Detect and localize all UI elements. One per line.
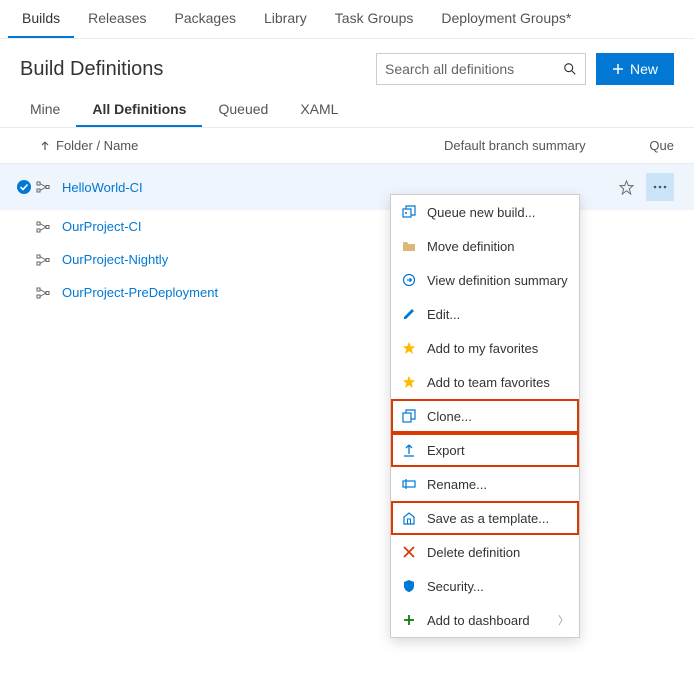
menu-item-template[interactable]: Save as a template...: [391, 501, 579, 535]
menu-label: Save as a template...: [427, 511, 569, 526]
menu-label: Clone...: [427, 409, 569, 424]
menu-item-queue[interactable]: Queue new build...: [391, 195, 579, 229]
menu-item-rename[interactable]: Rename...: [391, 467, 579, 501]
menu-item-view[interactable]: View definition summary: [391, 263, 579, 297]
col-name[interactable]: Folder / Name: [40, 138, 444, 153]
menu-label: Export: [427, 443, 569, 458]
security-icon: [401, 578, 417, 594]
top-nav: Builds Releases Packages Library Task Gr…: [0, 0, 694, 39]
header-controls: New: [376, 53, 674, 85]
col-name-label: Folder / Name: [56, 138, 138, 153]
context-menu: Queue new build... Move definition View de…: [390, 194, 580, 638]
search-box[interactable]: [376, 53, 586, 85]
page-title: Build Definitions: [20, 58, 163, 81]
tab-queued[interactable]: Queued: [202, 93, 284, 127]
menu-item-security[interactable]: Security...: [391, 569, 579, 603]
col-queued[interactable]: Que: [644, 138, 674, 153]
menu-item-dashboard[interactable]: Add to dashboard 〉: [391, 603, 579, 637]
rename-icon: [401, 476, 417, 492]
definition-name[interactable]: OurProject-Nightly: [62, 252, 674, 267]
nav-library[interactable]: Library: [250, 0, 321, 38]
menu-item-edit[interactable]: Edit...: [391, 297, 579, 331]
pipeline-icon: [36, 180, 54, 194]
star-icon: [401, 374, 417, 390]
tab-xaml[interactable]: XAML: [284, 93, 354, 127]
definition-row[interactable]: OurProject-CI: [0, 210, 694, 243]
edit-icon: [401, 306, 417, 322]
new-button[interactable]: New: [596, 53, 674, 85]
menu-item-star[interactable]: Add to team favorites: [391, 365, 579, 399]
nav-builds[interactable]: Builds: [8, 0, 74, 38]
menu-item-clone[interactable]: Clone...: [391, 399, 579, 433]
menu-label: Move definition: [427, 239, 569, 254]
view-icon: [401, 272, 417, 288]
dashboard-icon: [401, 612, 417, 628]
definition-name[interactable]: OurProject-PreDeployment: [62, 285, 674, 300]
template-icon: [401, 510, 417, 526]
pipeline-icon: [36, 220, 54, 234]
definition-list: HelloWorld-CI OurProject-CI OurProject-N…: [0, 164, 694, 309]
star-icon: [401, 340, 417, 356]
definition-name[interactable]: HelloWorld-CI: [62, 180, 619, 195]
tab-mine[interactable]: Mine: [14, 93, 76, 127]
menu-label: Edit...: [427, 307, 569, 322]
menu-label: Security...: [427, 579, 569, 594]
more-actions-button[interactable]: [646, 173, 674, 201]
menu-label: Add to my favorites: [427, 341, 569, 356]
menu-label: Delete definition: [427, 545, 569, 560]
menu-label: Queue new build...: [427, 205, 569, 220]
pipeline-icon: [36, 286, 54, 300]
definition-name[interactable]: OurProject-CI: [62, 219, 674, 234]
favorite-icon[interactable]: [619, 180, 634, 195]
menu-label: Rename...: [427, 477, 569, 492]
search-icon: [563, 62, 577, 76]
menu-label: Add to dashboard: [427, 613, 548, 628]
column-header: Folder / Name Default branch summary Que: [0, 128, 694, 164]
delete-icon: [401, 544, 417, 560]
definition-row[interactable]: OurProject-Nightly: [0, 243, 694, 276]
menu-item-folder[interactable]: Move definition: [391, 229, 579, 263]
nav-task-groups[interactable]: Task Groups: [321, 0, 428, 38]
definition-row[interactable]: OurProject-PreDeployment: [0, 276, 694, 309]
pipeline-icon: [36, 253, 54, 267]
tab-all-definitions[interactable]: All Definitions: [76, 93, 202, 127]
sort-arrow-icon: [40, 141, 50, 151]
col-branch[interactable]: Default branch summary: [444, 138, 644, 153]
menu-item-export[interactable]: Export: [391, 433, 579, 467]
plus-icon: [612, 63, 624, 75]
check-icon: [12, 179, 36, 195]
nav-releases[interactable]: Releases: [74, 0, 160, 38]
search-input[interactable]: [385, 61, 545, 77]
queue-icon: [401, 204, 417, 220]
export-icon: [401, 442, 417, 458]
menu-item-delete[interactable]: Delete definition: [391, 535, 579, 569]
sub-nav: Mine All Definitions Queued XAML: [0, 93, 694, 128]
folder-icon: [401, 238, 417, 254]
new-button-label: New: [630, 61, 658, 77]
chevron-right-icon: 〉: [558, 612, 569, 628]
definition-row[interactable]: HelloWorld-CI: [0, 164, 694, 210]
nav-deployment-groups[interactable]: Deployment Groups*: [427, 0, 585, 38]
clone-icon: [401, 408, 417, 424]
menu-label: View definition summary: [427, 273, 569, 288]
menu-label: Add to team favorites: [427, 375, 569, 390]
header: Build Definitions New: [0, 39, 694, 93]
menu-item-star[interactable]: Add to my favorites: [391, 331, 579, 365]
nav-packages[interactable]: Packages: [161, 0, 250, 38]
